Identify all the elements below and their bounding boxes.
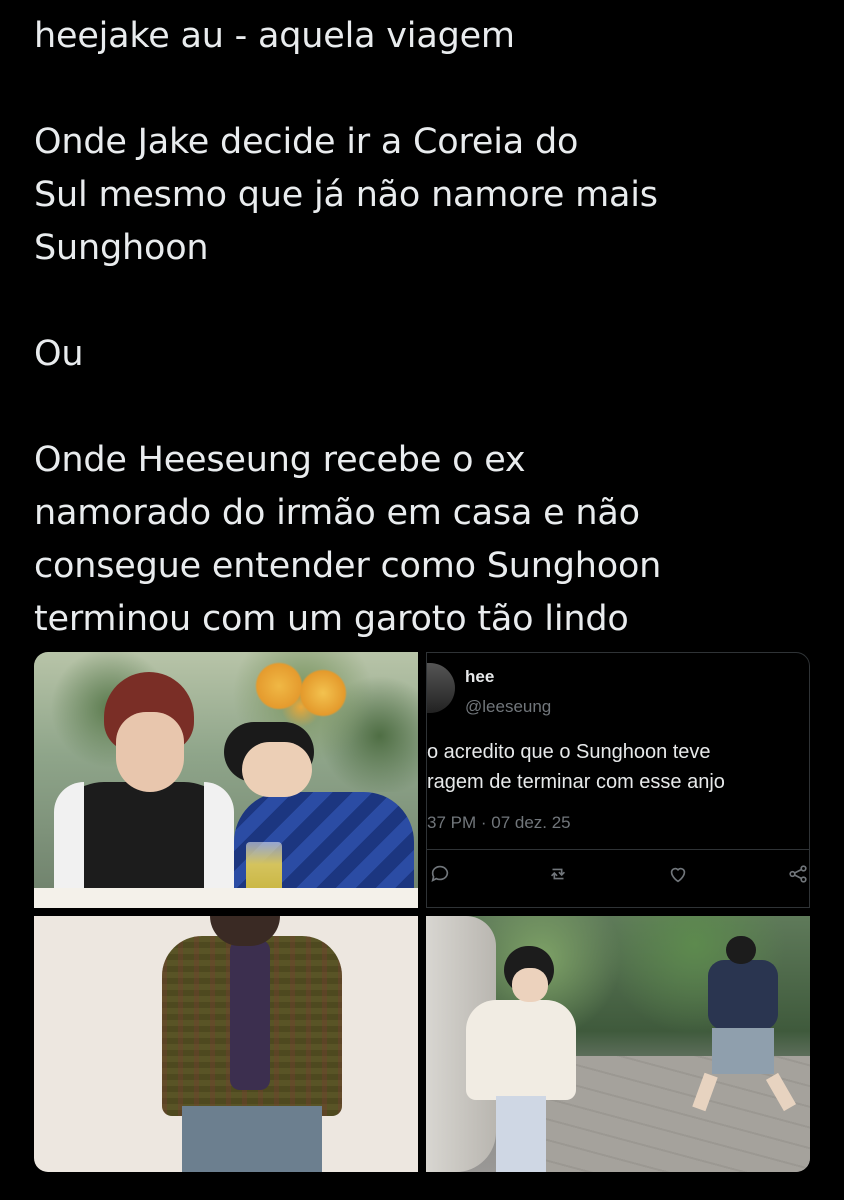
tweet-title-line: heejake au - aquela viagem <box>34 16 515 56</box>
tweet-line: Onde Heeseung recebe o ex <box>34 440 526 480</box>
avatar <box>427 663 455 713</box>
reply-icon <box>429 863 453 887</box>
photo-boys-garden[interactable] <box>426 916 810 1172</box>
photo-man-plaid-shirt[interactable] <box>34 916 418 1172</box>
tweet-line: namorado do irmão em casa e não <box>34 493 640 533</box>
quoted-timestamp: 37 PM · 07 dez. 25 <box>427 813 571 832</box>
share-icon <box>787 863 809 887</box>
quoted-line: o acredito que o Sunghoon teve <box>427 741 711 763</box>
divider <box>427 849 809 850</box>
quoted-tweet-screenshot[interactable]: hee @leeseung o acredito que o Sunghoon … <box>426 652 810 908</box>
photo-two-boys[interactable] <box>34 652 418 908</box>
tweet-line: consegue entender como Sunghoon <box>34 546 662 586</box>
quoted-tweet-body: o acredito que o Sunghoon teve ragem de … <box>427 737 809 797</box>
like-icon <box>667 863 691 887</box>
retweet-icon <box>547 863 571 887</box>
tweet-text: heejake au - aquela viagem Onde Jake dec… <box>34 10 824 646</box>
tweet-line: Sul mesmo que já não namore mais <box>34 175 658 215</box>
tweet-line: Onde Jake decide ir a Coreia do <box>34 122 579 162</box>
tweet-line: terminou com um garoto tão lindo <box>34 599 629 639</box>
quoted-line: ragem de terminar com esse anjo <box>427 771 725 793</box>
media-grid: hee @leeseung o acredito que o Sunghoon … <box>34 652 810 1172</box>
tweet-line: Ou <box>34 334 84 374</box>
quoted-actions <box>427 859 809 891</box>
quoted-author-name: hee <box>465 667 495 686</box>
tweet-line: Sunghoon <box>34 228 209 268</box>
quoted-author-handle: @leeseung <box>465 697 552 716</box>
